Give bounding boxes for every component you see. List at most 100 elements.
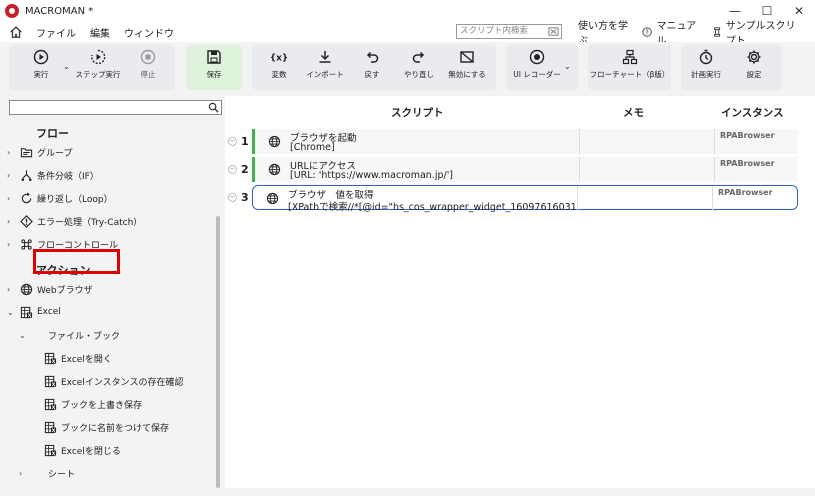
svg-text:?: ? — [646, 29, 650, 37]
tree-item-sheet[interactable]: › シート — [19, 464, 75, 482]
tree-item-web-browser-label: Webブラウザ — [37, 285, 93, 296]
tree-item-excel-close[interactable]: X Excelを閉じる — [44, 441, 121, 459]
tree-item-loop[interactable]: › 繰り返し（Loop） — [7, 189, 113, 207]
flowchart-button[interactable]: フローチャート（β版） — [588, 42, 671, 87]
import-label: インポート — [306, 70, 344, 79]
tree-item-try-catch-label: エラー処理（Try-Catch） — [37, 217, 143, 228]
settings-label: 設定 — [746, 70, 762, 79]
save-button[interactable]: 保存 — [186, 42, 242, 87]
excel-icon: X — [44, 375, 57, 387]
script-step-selected[interactable]: ブラウザ 値を取得 [XPathで検索//*[@id="hs_cos_wrapp… — [252, 185, 798, 213]
tree-item-excel[interactable]: ⌄ X Excel — [7, 303, 61, 321]
step-params: [Chrome] — [290, 142, 335, 153]
highlight-box — [33, 249, 120, 274]
flowchart-icon — [622, 49, 637, 65]
home-icon[interactable] — [9, 25, 23, 39]
svg-text:X: X — [52, 358, 56, 364]
tree-item-excel-open[interactable]: X Excelを開く — [44, 349, 112, 367]
collapse-icon[interactable]: − — [228, 137, 237, 146]
collapse-icon[interactable]: − — [228, 193, 237, 202]
script-search-input[interactable]: スクリプト内検索 — [456, 24, 562, 39]
chevron-right-icon[interactable]: › — [7, 148, 16, 157]
script-step[interactable]: URLにアクセス [URL: 'https://www.macroman.jp/… — [252, 157, 798, 182]
redo-button[interactable]: やり直し — [399, 42, 439, 87]
stop-button[interactable]: 停止 — [130, 42, 166, 87]
chevron-right-icon[interactable]: › — [7, 217, 16, 226]
menu-window[interactable]: ウィンドウ — [124, 25, 174, 40]
ui-recorder-label: UI レコーダー — [513, 70, 561, 79]
tree-item-if-label: 条件分岐（IF） — [37, 171, 99, 182]
tree-item-web-browser[interactable]: › Webブラウザ — [7, 280, 93, 298]
column-header-memo: メモ — [623, 107, 644, 119]
variables-label: 変数 — [271, 70, 287, 79]
excel-icon: X — [20, 306, 33, 318]
variables-button[interactable]: {x} 変数 — [262, 42, 296, 87]
disable-label: 無効にする — [448, 70, 486, 79]
schedule-label: 計画実行 — [691, 70, 721, 79]
chevron-right-icon[interactable]: › — [7, 194, 16, 203]
command-icon — [21, 238, 32, 250]
instance-divider — [712, 186, 713, 211]
tree-item-file-book[interactable]: ⌄ ファイル・ブック — [19, 326, 120, 344]
run-dropdown-icon[interactable]: ⌄ — [63, 62, 70, 71]
chevron-right-icon[interactable]: › — [19, 469, 28, 478]
help-circle-icon: ? — [642, 27, 653, 37]
svg-text:X: X — [28, 312, 32, 318]
run-button[interactable]: 実行 — [20, 42, 62, 87]
tree-item-group[interactable]: › グループ — [7, 143, 72, 161]
instance-divider — [714, 129, 715, 154]
disable-icon — [460, 51, 474, 63]
variable-icon: {x} — [271, 54, 287, 64]
action-panel-scrollbar[interactable] — [216, 216, 220, 488]
step-instance: RPABrowser — [720, 131, 775, 140]
tree-item-try-catch[interactable]: › エラー処理（Try-Catch） — [7, 212, 142, 230]
script-row[interactable]: − 2 URLにアクセス [URL: 'https://www.macroman… — [225, 157, 800, 182]
svg-text:{x}: {x} — [271, 54, 287, 64]
app-logo-icon — [5, 4, 19, 18]
chevron-down-icon[interactable]: ⌄ — [19, 331, 28, 340]
disable-button[interactable]: 無効にする — [444, 42, 490, 87]
gear-icon — [747, 50, 761, 64]
script-row-selected[interactable]: − 3 ブラウザ 値を取得 [XPathで検索//*[@id="hs_cos_w… — [225, 185, 800, 213]
tree-item-sheet-label: シート — [48, 469, 76, 480]
memo-divider — [579, 129, 580, 154]
schedule-button[interactable]: 計画実行 — [684, 42, 728, 87]
chevron-right-icon[interactable]: › — [7, 171, 16, 180]
script-row[interactable]: − 1 ブラウザを起動 [Chrome] RPABrowser — [225, 129, 800, 154]
tree-item-loop-label: 繰り返し（Loop） — [37, 194, 113, 205]
action-search-input[interactable] — [9, 100, 222, 115]
script-step[interactable]: ブラウザを起動 [Chrome] RPABrowser — [252, 129, 798, 154]
search-icon[interactable] — [208, 102, 219, 113]
tree-item-if[interactable]: › 条件分岐（IF） — [7, 166, 99, 184]
svg-text:X: X — [52, 427, 56, 433]
branch-icon — [21, 169, 32, 181]
row-number: 3 — [241, 191, 249, 204]
tree-item-book-save-label: ブックを上書き保存 — [61, 400, 143, 411]
globe-icon — [20, 283, 33, 295]
menu-file[interactable]: ファイル — [36, 25, 76, 40]
tree-item-excel-instance-check[interactable]: X Excelインスタンスの存在確認 — [44, 372, 183, 390]
status-bar — [0, 488, 815, 496]
chevron-right-icon[interactable]: › — [7, 285, 16, 294]
recorder-dropdown-icon[interactable]: ⌄ — [564, 62, 571, 71]
stop-icon — [140, 49, 156, 65]
settings-button[interactable]: 設定 — [736, 42, 772, 87]
menu-edit[interactable]: 編集 — [90, 25, 110, 40]
memo-divider — [579, 157, 580, 182]
row-number: 1 — [241, 135, 249, 148]
tree-item-book-save-as[interactable]: X ブックに名前をつけて保存 — [44, 418, 169, 436]
tree-item-book-save[interactable]: X ブックを上書き保存 — [44, 395, 142, 413]
step-instance: RPABrowser — [720, 159, 775, 168]
undo-button[interactable]: 戻す — [356, 42, 388, 87]
step-run-button[interactable]: ステップ実行 — [74, 42, 122, 87]
warning-diamond-icon — [20, 214, 33, 228]
collapse-icon[interactable]: − — [228, 165, 237, 174]
column-header-script: スクリプト — [391, 107, 444, 119]
save-icon — [207, 50, 221, 64]
chevron-right-icon[interactable]: › — [7, 240, 16, 249]
ui-recorder-button[interactable]: UI レコーダー — [510, 42, 564, 87]
timer-icon — [699, 49, 713, 65]
search-clear-icon[interactable] — [548, 26, 559, 37]
import-button[interactable]: インポート — [303, 42, 347, 87]
chevron-down-icon[interactable]: ⌄ — [7, 308, 16, 317]
